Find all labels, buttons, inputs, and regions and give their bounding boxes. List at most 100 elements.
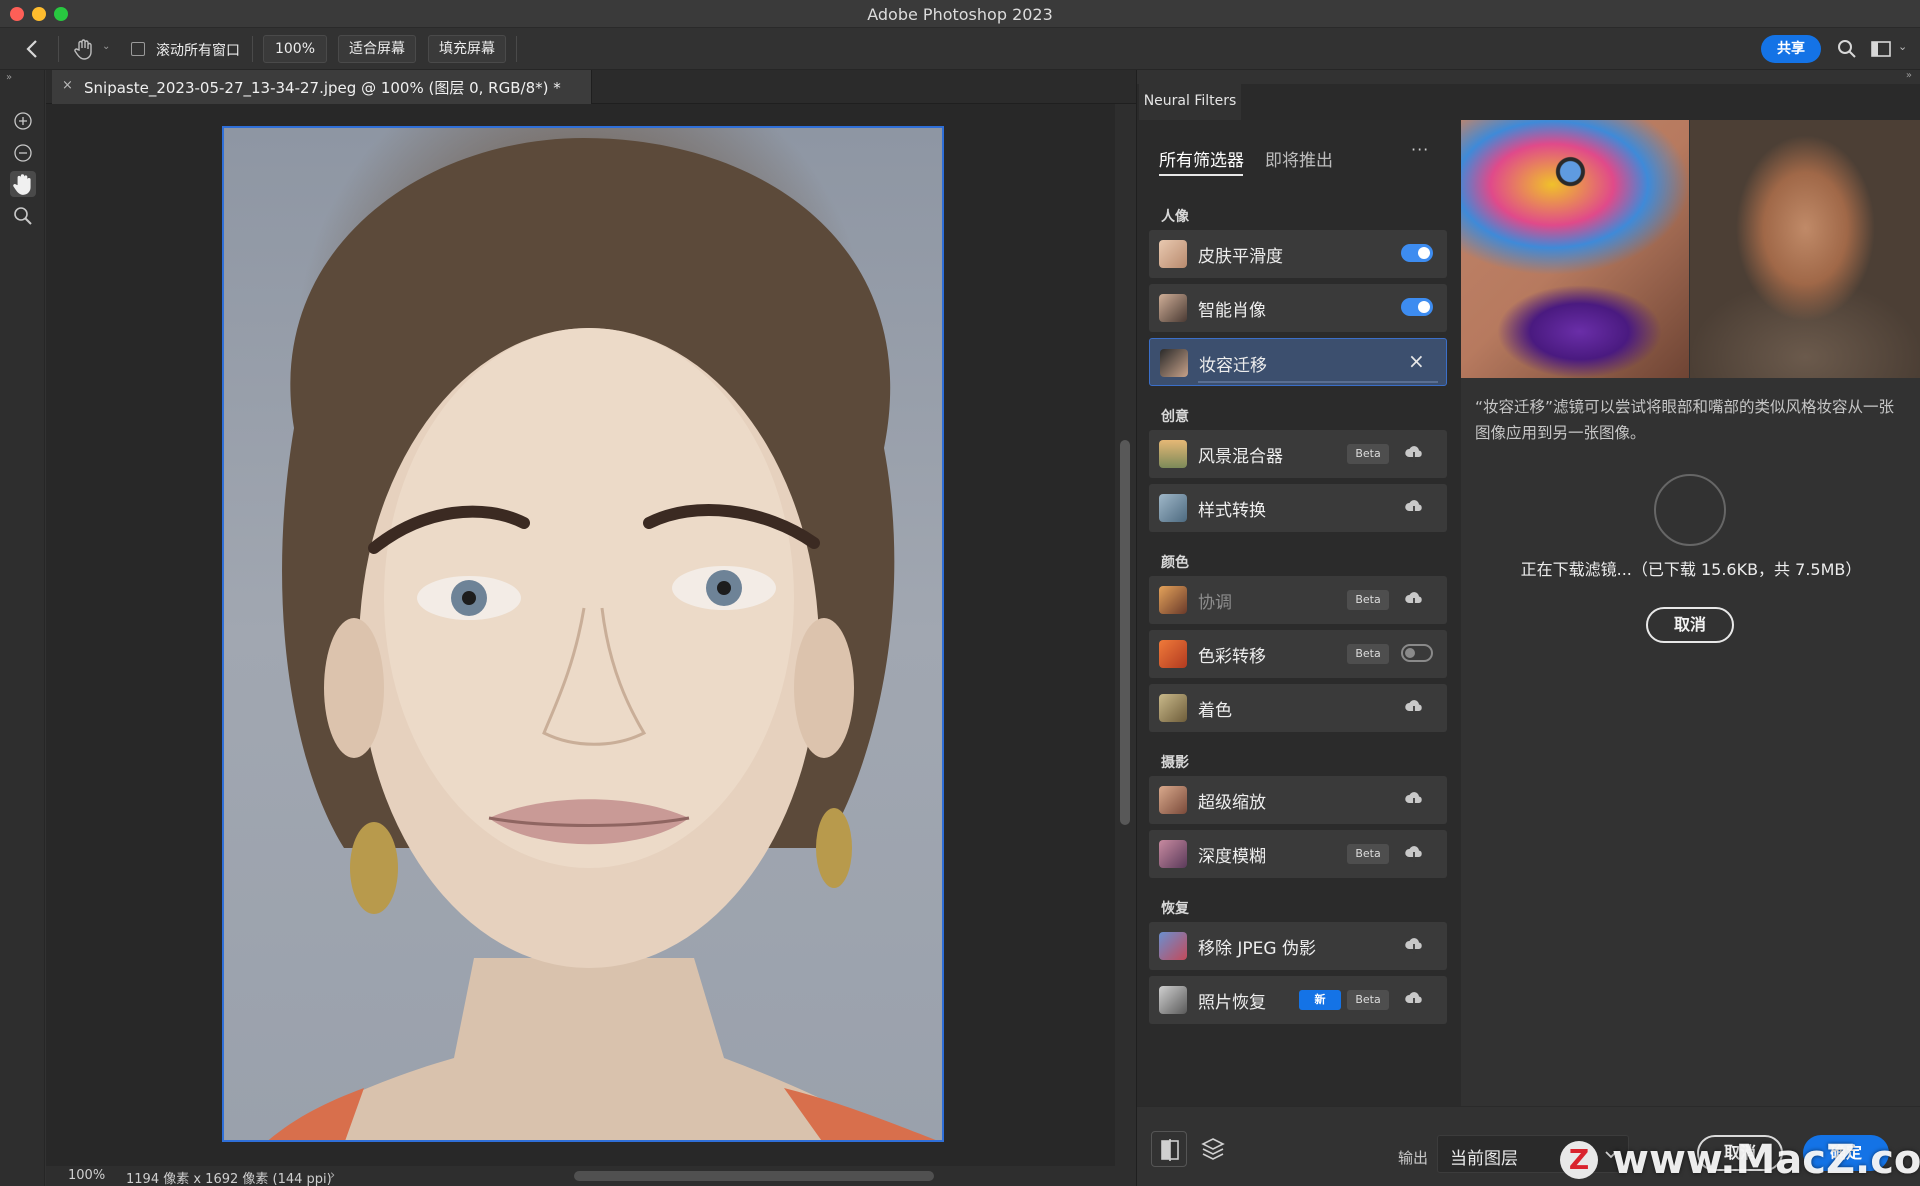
more-options-icon[interactable]: ··· (1411, 140, 1429, 159)
filter-super-zoom[interactable]: 超级缩放 (1149, 776, 1447, 824)
horizontal-scroll-thumb[interactable] (574, 1171, 934, 1181)
filter-style-transfer[interactable]: 样式转换 (1149, 484, 1447, 532)
document-tab-bar: × Snipaste_2023-05-27_13-34-27.jpeg @ 10… (46, 70, 1136, 104)
title-bar: Adobe Photoshop 2023 (0, 0, 1920, 28)
cloud-download-icon[interactable] (1404, 697, 1424, 717)
colorize-thumbnail-icon (1159, 694, 1187, 722)
document-dimensions[interactable]: 1194 像素 x 1692 像素 (144 ppi) (126, 1168, 332, 1186)
watermark: Z www.MacZ.com (1560, 1135, 1920, 1185)
active-tab-indicator (1159, 174, 1243, 176)
color-transfer-toggle[interactable] (1401, 644, 1433, 662)
super-zoom-thumbnail-icon (1159, 786, 1187, 814)
makeup-transfer-thumbnail-icon (1160, 349, 1188, 377)
jpeg-artifacts-thumbnail-icon (1159, 932, 1187, 960)
chevron-down-icon[interactable]: ⌄ (102, 41, 110, 52)
subtract-selection-tool[interactable] (10, 140, 36, 166)
close-document-icon[interactable]: × (62, 78, 73, 93)
vertical-scroll-thumb[interactable] (1120, 440, 1130, 825)
share-button[interactable]: 共享 (1761, 35, 1821, 63)
workspace-chevron-icon[interactable]: ⌄ (1898, 40, 1907, 53)
tools-panel: » (0, 70, 45, 1186)
zoom-icon (14, 207, 32, 225)
collapse-arrows-icon[interactable]: » (6, 72, 12, 83)
filter-label: 超级缩放 (1198, 793, 1266, 813)
filter-color-transfer[interactable]: 色彩转移 Beta (1149, 630, 1447, 678)
filter-skin-smoothing[interactable]: 皮肤平滑度 (1149, 230, 1447, 278)
filter-colorize[interactable]: 着色 (1149, 684, 1447, 732)
tab-coming-soon[interactable]: 即将推出 (1265, 146, 1333, 171)
neural-filters-tab[interactable]: Neural Filters (1139, 84, 1241, 120)
fill-screen-button[interactable]: 填充屏幕 (428, 35, 506, 63)
filter-remove-jpeg-artifacts[interactable]: 移除 JPEG 伪影 (1149, 922, 1447, 970)
category-restoration: 恢复 (1161, 901, 1189, 917)
filter-description: “妆容迁移”滤镜可以尝试将眼部和嘴部的类似风格妆容从一张图像应用到另一张图像。 (1475, 398, 1895, 442)
filter-depth-blur[interactable]: 深度模糊 Beta (1149, 830, 1447, 878)
cloud-download-icon[interactable] (1404, 843, 1424, 863)
scroll-all-windows-checkbox[interactable] (131, 42, 145, 56)
zoom-level[interactable]: 100% (68, 1168, 105, 1183)
beta-badge: Beta (1347, 644, 1389, 664)
document-tab-title: Snipaste_2023-05-27_13-34-27.jpeg @ 100%… (84, 79, 561, 97)
tab-all-filters[interactable]: 所有筛选器 (1159, 146, 1244, 171)
document-tab[interactable]: × Snipaste_2023-05-27_13-34-27.jpeg @ 10… (52, 70, 592, 104)
cloud-download-icon[interactable] (1404, 497, 1424, 517)
status-bar: 100% 1194 像素 x 1692 像素 (144 ppi) › (46, 1166, 1136, 1186)
filter-makeup-transfer[interactable]: 妆容迁移 × (1149, 338, 1447, 386)
filter-label: 皮肤平滑度 (1198, 247, 1283, 267)
filter-detail: “妆容迁移”滤镜可以尝试将眼部和嘴部的类似风格妆容从一张图像应用到另一张图像。 … (1461, 120, 1920, 1156)
search-icon[interactable] (1836, 38, 1858, 60)
canvas-area[interactable] (46, 104, 1115, 1166)
split-view-icon (1161, 1139, 1179, 1161)
filter-list: 所有筛选器 即将推出 ··· 人像 皮肤平滑度 智能肖像 妆容迁移 × 创意 风… (1137, 120, 1461, 1156)
depth-blur-thumbnail-icon (1159, 840, 1187, 868)
smart-portrait-toggle[interactable] (1401, 298, 1433, 316)
loading-spinner-icon (1654, 474, 1726, 546)
cancel-download-button[interactable]: 取消 (1646, 607, 1734, 643)
back-icon[interactable] (24, 39, 40, 59)
hand-tool-preset-icon[interactable] (72, 37, 96, 61)
watermark-logo: Z (1560, 1141, 1598, 1179)
download-status: 正在下载滤镜...（已下载 15.6KB，共 7.5MB） (1520, 560, 1862, 579)
add-selection-tool[interactable] (10, 108, 36, 134)
filter-label: 照片恢复 (1198, 993, 1266, 1013)
cloud-download-icon[interactable] (1404, 443, 1424, 463)
category-creative: 创意 (1161, 409, 1189, 425)
options-bar: ⌄ 滚动所有窗口 100% 适合屏幕 填充屏幕 共享 ⌄ (0, 28, 1920, 70)
category-color: 颜色 (1161, 555, 1189, 571)
layer-preview-button[interactable] (1195, 1131, 1231, 1167)
zoom-tool[interactable] (10, 203, 36, 229)
compare-view-button[interactable] (1151, 1131, 1187, 1167)
filter-label: 样式转换 (1198, 501, 1266, 521)
filter-label: 协调 (1198, 593, 1232, 613)
filter-photo-restoration[interactable]: 照片恢复 新 Beta (1149, 976, 1447, 1024)
vertical-scrollbar[interactable] (1115, 104, 1136, 1166)
status-chevron-icon[interactable]: › (330, 1168, 335, 1183)
filter-landscape-mixer[interactable]: 风景混合器 Beta (1149, 430, 1447, 478)
filter-label: 深度模糊 (1198, 847, 1266, 867)
panel-collapse-icon[interactable]: » (1906, 70, 1912, 81)
download-progress-track (1198, 381, 1438, 383)
cloud-download-icon[interactable] (1404, 789, 1424, 809)
subtract-brush-icon (14, 144, 32, 162)
close-icon[interactable]: × (1408, 349, 1425, 373)
filter-harmonization[interactable]: 协调 Beta (1149, 576, 1447, 624)
document-image[interactable] (222, 126, 944, 1142)
cloud-download-icon[interactable] (1404, 989, 1424, 1009)
fit-screen-button[interactable]: 适合屏幕 (338, 35, 416, 63)
photo-restoration-thumbnail-icon (1159, 986, 1187, 1014)
skin-smoothing-toggle[interactable] (1401, 244, 1433, 262)
cloud-download-icon[interactable] (1404, 935, 1424, 955)
style-transfer-thumbnail-icon (1159, 494, 1187, 522)
filter-label: 风景混合器 (1198, 447, 1283, 467)
workspace-icon[interactable] (1870, 39, 1892, 59)
zoom-100-button[interactable]: 100% (263, 35, 327, 63)
filter-smart-portrait[interactable]: 智能肖像 (1149, 284, 1447, 332)
beta-badge: Beta (1347, 844, 1389, 864)
output-label: 输出 (1398, 1149, 1429, 1167)
cloud-download-icon[interactable] (1404, 589, 1424, 609)
harmonization-thumbnail-icon (1159, 586, 1187, 614)
category-photography: 摄影 (1161, 755, 1189, 771)
beta-badge: Beta (1347, 444, 1389, 464)
beta-badge: Beta (1347, 990, 1389, 1010)
hand-tool[interactable] (10, 171, 36, 197)
